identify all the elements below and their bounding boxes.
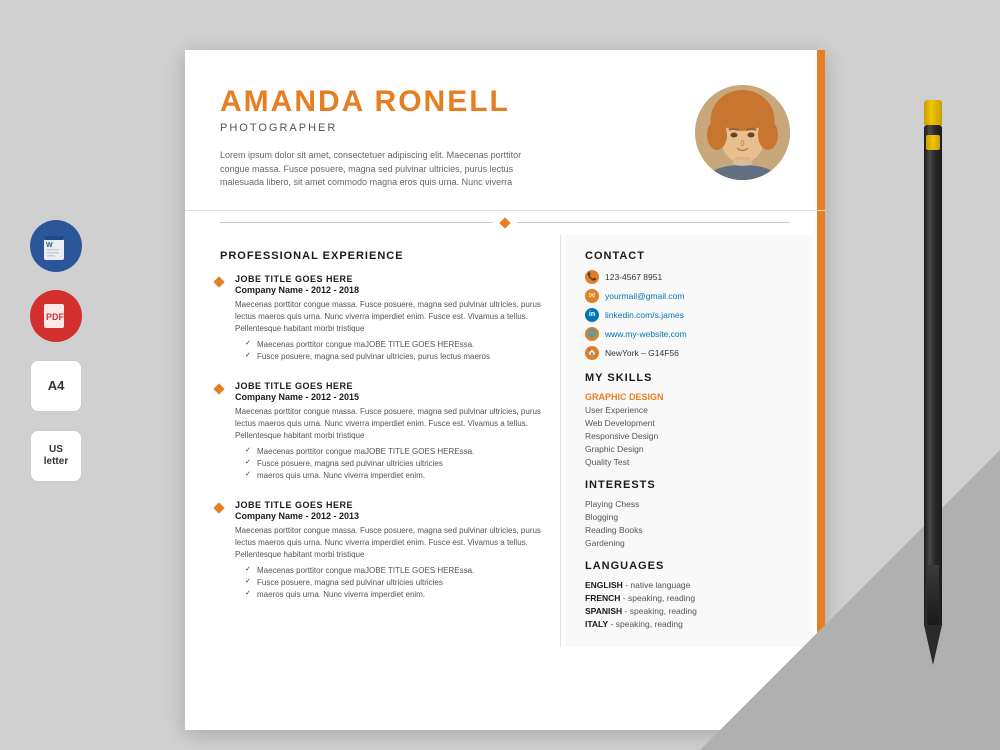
skill-3: Responsive Design — [585, 431, 793, 441]
contact-phone: 📞 123-4567 8951 — [585, 270, 793, 284]
job-company-1: Company Name - 2012 - 2018 — [235, 285, 545, 295]
summary-text: Lorem ipsum dolor sit amet, consectetuer… — [220, 149, 530, 190]
job-desc-1: Maecenas porttitor congue massa. Fusce p… — [235, 299, 545, 335]
candidate-title: PHOTOGRAPHER — [220, 122, 530, 134]
email-icon: ✉ — [585, 289, 599, 303]
us-label: USletter — [44, 444, 68, 468]
profile-photo — [695, 85, 790, 180]
bullet-3-2: Fusce posuere, magna sed pulvinar ultric… — [245, 577, 545, 589]
vertical-divider — [560, 235, 561, 647]
lang-4-name: ITALY — [585, 619, 608, 629]
pen-decoration — [920, 100, 945, 680]
resume-body-wrapper: PROFESSIONAL EXPERIENCE JOBE TITLE GOES … — [185, 235, 825, 647]
bullet-2-2: Fusce posuere, magna sed pulvinar ultric… — [245, 458, 545, 470]
location-value: NewYork – G14F56 — [605, 348, 679, 358]
phone-icon: 📞 — [585, 270, 599, 284]
interest-1: Playing Chess — [585, 499, 793, 509]
lang-1-name: ENGLISH — [585, 580, 623, 590]
lang-4-desc: speaking, reading — [616, 619, 683, 629]
lang-3-name: SPANISH — [585, 606, 622, 616]
interest-3: Reading Books — [585, 525, 793, 535]
header-divider — [220, 219, 790, 227]
right-column: CONTACT 📞 123-4567 8951 ✉ yourmail@gmail… — [565, 235, 813, 647]
left-icons-panel: W PDF A4 USletter — [30, 220, 82, 482]
bullet-2-1: Maecenas porttitor congue maJOBE TITLE G… — [245, 446, 545, 458]
lang-1-desc: native language — [630, 580, 690, 590]
language-4: ITALY - speaking, reading — [585, 619, 793, 629]
pen-top — [924, 100, 942, 125]
header-content: AMANDA RONELL PHOTOGRAPHER Lorem ipsum d… — [220, 85, 790, 190]
email-value: yourmail@gmail.com — [605, 291, 684, 301]
skill-1: User Experience — [585, 405, 793, 415]
linkedin-value: linkedin.com/s.james — [605, 310, 684, 320]
job-company-2: Company Name - 2012 - 2015 — [235, 392, 545, 402]
job-desc-2: Maecenas porttitor congue massa. Fusce p… — [235, 406, 545, 442]
pen-body — [924, 125, 942, 625]
a4-badge[interactable]: A4 — [30, 360, 82, 412]
job-bullets-1: Maecenas porttitor congue maJOBE TITLE G… — [235, 339, 545, 363]
header-text: AMANDA RONELL PHOTOGRAPHER Lorem ipsum d… — [220, 85, 530, 190]
web-icon: 🌐 — [585, 327, 599, 341]
pdf-icon-badge[interactable]: PDF — [30, 290, 82, 342]
divider-line-right — [517, 222, 790, 223]
languages-title: LANGUAGES — [585, 560, 793, 572]
contact-email: ✉ yourmail@gmail.com — [585, 289, 793, 303]
job-bullets-3: Maecenas porttitor congue maJOBE TITLE G… — [235, 565, 545, 601]
contact-location: 🏠 NewYork – G14F56 — [585, 346, 793, 360]
bullet-3-3: maeros quis urna. Nunc viverra imperdiet… — [245, 589, 545, 601]
svg-text:PDF: PDF — [46, 312, 65, 322]
bullet-1-2: Fusce posuere, magna sed pulvinar ultric… — [245, 351, 545, 363]
job-title-2: JOBE TITLE GOES HERE — [235, 381, 545, 391]
linkedin-icon: in — [585, 308, 599, 322]
job-entry-2: JOBE TITLE GOES HERE Company Name - 2012… — [220, 381, 545, 482]
bullet-1-1: Maecenas porttitor congue maJOBE TITLE G… — [245, 339, 545, 351]
skills-title: MY SKILLS — [585, 372, 793, 384]
job-bullets-2: Maecenas porttitor congue maJOBE TITLE G… — [235, 446, 545, 482]
skill-4: Graphic Design — [585, 444, 793, 454]
resume-header: AMANDA RONELL PHOTOGRAPHER Lorem ipsum d… — [185, 50, 825, 211]
a4-label: A4 — [48, 379, 65, 393]
job-title-3: JOBE TITLE GOES HERE — [235, 500, 545, 510]
job-diamond-1 — [213, 276, 224, 287]
language-1: ENGLISH - native language — [585, 580, 793, 590]
skill-highlight: GRAPHIC DESIGN — [585, 392, 793, 402]
language-3: SPANISH - speaking, reading — [585, 606, 793, 616]
interest-4: Gardening — [585, 538, 793, 548]
resume-card: AMANDA RONELL PHOTOGRAPHER Lorem ipsum d… — [185, 50, 825, 730]
lang-2-desc: speaking, reading — [628, 593, 695, 603]
job-diamond-3 — [213, 502, 224, 513]
job-entry-3: JOBE TITLE GOES HERE Company Name - 2012… — [220, 500, 545, 601]
skill-2: Web Development — [585, 418, 793, 428]
svg-text:W: W — [46, 242, 53, 249]
location-icon: 🏠 — [585, 346, 599, 360]
contact-title: CONTACT — [585, 250, 793, 262]
skill-5: Quality Test — [585, 457, 793, 467]
divider-diamond — [499, 217, 510, 228]
word-icon-badge[interactable]: W — [30, 220, 82, 272]
bullet-3-1: Maecenas porttitor congue maJOBE TITLE G… — [245, 565, 545, 577]
interest-2: Blogging — [585, 512, 793, 522]
website-value: www.my-website.com — [605, 329, 687, 339]
job-diamond-2 — [213, 383, 224, 394]
candidate-name: AMANDA RONELL — [220, 85, 530, 119]
contact-website: 🌐 www.my-website.com — [585, 327, 793, 341]
job-entry-1: JOBE TITLE GOES HERE Company Name - 2012… — [220, 274, 545, 363]
interests-title: INTERESTS — [585, 479, 793, 491]
job-desc-3: Maecenas porttitor congue massa. Fusce p… — [235, 525, 545, 561]
divider-line-left — [220, 222, 493, 223]
lang-2-name: FRENCH — [585, 593, 620, 603]
contact-linkedin: in linkedin.com/s.james — [585, 308, 793, 322]
pen-tip — [924, 625, 942, 665]
job-company-3: Company Name - 2012 - 2013 — [235, 511, 545, 521]
bullet-2-3: maeros quis urna. Nunc viverra imperdiet… — [245, 470, 545, 482]
job-title-1: JOBE TITLE GOES HERE — [235, 274, 545, 284]
left-column: PROFESSIONAL EXPERIENCE JOBE TITLE GOES … — [185, 235, 565, 647]
us-letter-badge[interactable]: USletter — [30, 430, 82, 482]
language-2: FRENCH - speaking, reading — [585, 593, 793, 603]
phone-value: 123-4567 8951 — [605, 272, 662, 282]
lang-3-desc: speaking, reading — [630, 606, 697, 616]
experience-title: PROFESSIONAL EXPERIENCE — [220, 250, 545, 262]
